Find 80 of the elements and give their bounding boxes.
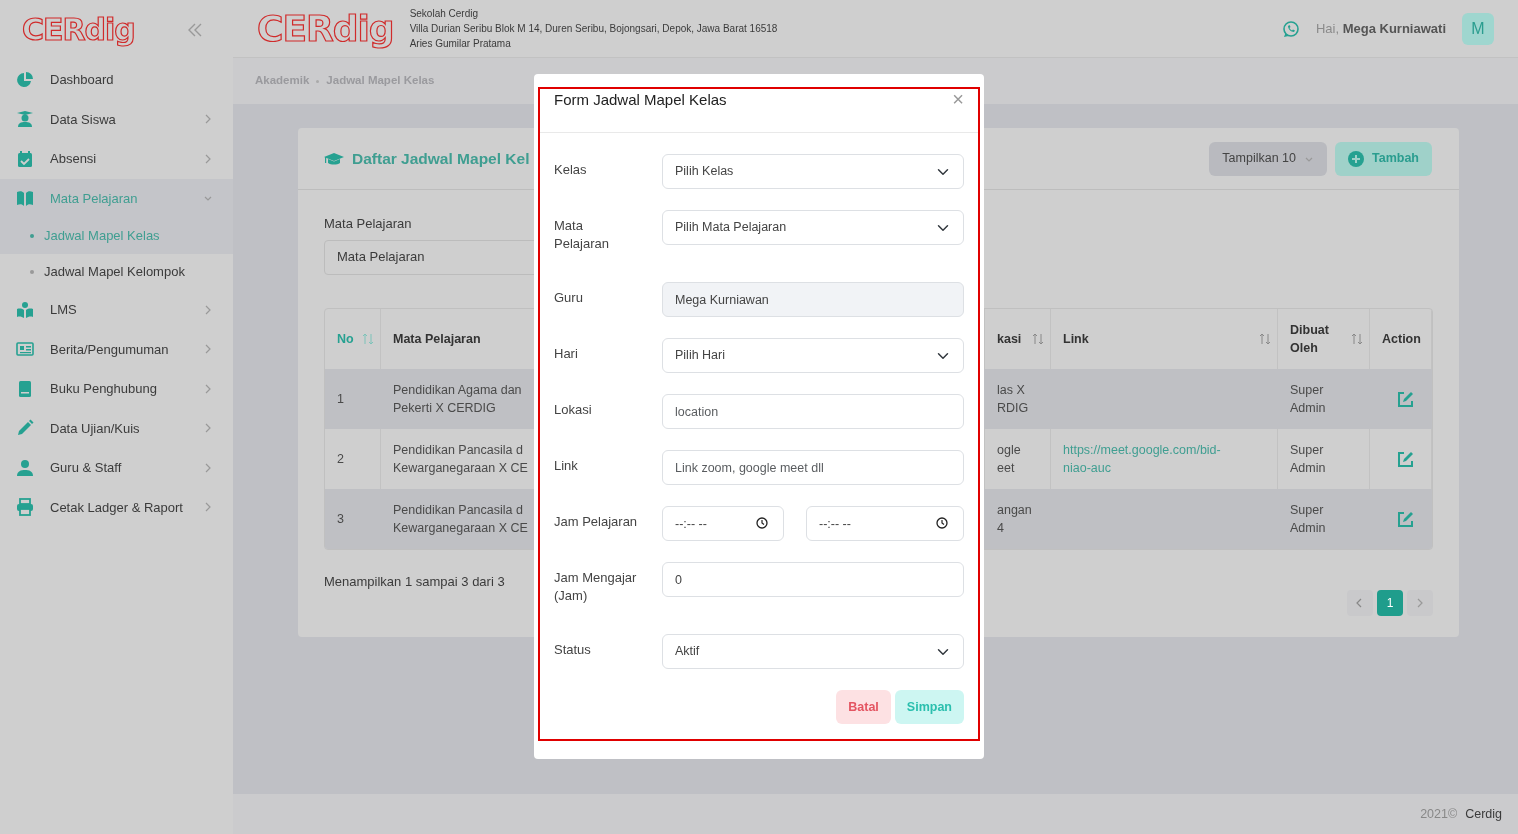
column-header: Action	[1370, 308, 1432, 369]
sidebar-item[interactable]: Dashboard	[0, 60, 233, 100]
sidebar-item[interactable]: Guru & Staff	[0, 448, 233, 488]
clock-icon	[756, 517, 768, 529]
table-cell: 3	[325, 488, 381, 549]
chat-icon[interactable]	[1281, 19, 1300, 38]
input-field[interactable]: Link zoom, google meet dll	[662, 450, 964, 485]
sidebar-item[interactable]: Buku Penghubung	[0, 369, 233, 409]
logo: CERdig	[257, 10, 394, 47]
copyright-year: 2021©	[1420, 805, 1458, 823]
submenu-item[interactable]: Jadwal Mapel Kelompok	[0, 254, 233, 290]
sidebar-item[interactable]: Absensi	[0, 139, 233, 179]
previous-page-button[interactable]	[1347, 589, 1373, 616]
chevron-right-icon	[1415, 597, 1425, 608]
select-field[interactable]: Pilih Kelas	[662, 154, 964, 189]
sort-icon	[1032, 332, 1044, 345]
user-icon	[16, 458, 34, 477]
footer-brand: Cerdig	[1465, 805, 1502, 823]
plus-circle-icon	[1348, 150, 1364, 167]
graduation-cap-icon	[324, 151, 344, 166]
reader-icon	[16, 300, 34, 319]
field-label: Kelas	[554, 161, 588, 179]
student-icon	[16, 110, 34, 129]
select-field[interactable]: Pilih Mata Pelajaran	[662, 210, 964, 245]
time-field[interactable]: --:-- --	[806, 506, 964, 541]
input-field[interactable]: 0	[662, 562, 964, 597]
collapse-icon[interactable]	[187, 23, 203, 37]
field-label: Status	[554, 641, 592, 659]
school-address: Villa Durian Seribu Blok M 14, Duren Seribu, Bojongsari, Depok, Jawa Barat 16518	[409, 22, 778, 36]
sidebar-item[interactable]: LMS	[0, 290, 233, 330]
filter-label: Mata Pelajaran	[324, 215, 412, 233]
table-cell: Super Admin	[1278, 368, 1370, 429]
page-size-button[interactable]: Tampilkan 10	[1209, 141, 1327, 176]
table-cell: las X RDIG	[985, 368, 1051, 429]
modal-title: Form Jadwal Mapel Kelas	[554, 90, 728, 110]
card-title: Daftar Jadwal Mapel Kel	[352, 148, 530, 169]
field-label: Hari	[554, 345, 579, 363]
table-summary: Menampilkan 1 sampai 3 dari 3	[324, 572, 505, 591]
table-cell: Pendidikan Agama dan Pekerti X CERDIG	[381, 368, 535, 429]
table-cell: 1	[325, 368, 381, 429]
input-field: Mega Kurniawan	[662, 282, 964, 317]
select-field[interactable]: Pilih Hari	[662, 338, 964, 373]
sidebar-item[interactable]: Berita/Pengumuman	[0, 329, 233, 369]
notebook-icon	[16, 379, 34, 398]
sidebar-item[interactable]: Data Ujian/Kuis	[0, 408, 233, 448]
edit-icon[interactable]	[1396, 389, 1414, 408]
newspaper-icon	[16, 340, 34, 359]
table-cell: angan 4	[985, 488, 1051, 549]
printer-icon	[16, 498, 34, 517]
principal-name: Aries Gumilar Pratama	[409, 37, 512, 51]
field-label: Jam Mengajar (Jam)	[554, 569, 638, 605]
edit-icon[interactable]	[1395, 449, 1414, 468]
table-cell: Pendidikan Pancasila d Kewarganegaraan X CE	[381, 488, 535, 549]
field-label: Jam Pelajaran	[554, 513, 639, 531]
sort-icon	[1259, 332, 1271, 345]
greeting: Hai, Mega Kurniawati	[1315, 19, 1446, 38]
field-label: Link	[554, 457, 579, 475]
next-page-button[interactable]	[1407, 589, 1433, 616]
column-header[interactable]: Link	[1051, 308, 1278, 369]
calendar-icon	[16, 149, 34, 168]
sidebar-item[interactable]: Data Siswa	[0, 99, 233, 139]
time-field[interactable]: --:-- --	[662, 506, 784, 541]
edit-icon[interactable]	[1396, 509, 1414, 528]
sort-icon	[362, 332, 374, 345]
field-label: Lokasi	[554, 401, 593, 419]
school-name: Sekolah Cerdig	[409, 7, 479, 21]
table-cell: Super Admin	[1278, 488, 1370, 549]
pencil-icon	[16, 419, 34, 438]
clock-icon	[936, 517, 948, 529]
field-label: Guru	[554, 289, 584, 307]
column-header[interactable]: Dibuat Oleh	[1278, 308, 1370, 369]
logo: CERdig	[22, 15, 135, 45]
pie-chart-icon	[16, 70, 34, 89]
select-field[interactable]: Aktif	[662, 634, 964, 669]
sort-icon	[1351, 332, 1363, 345]
sidebar-item[interactable]: Cetak Ladger & Raport	[0, 487, 233, 527]
book-icon	[16, 189, 34, 208]
field-label: Mata Pelajaran	[554, 217, 610, 253]
input-field[interactable]: location	[662, 394, 964, 429]
column-header[interactable]: kasi	[985, 308, 1051, 369]
